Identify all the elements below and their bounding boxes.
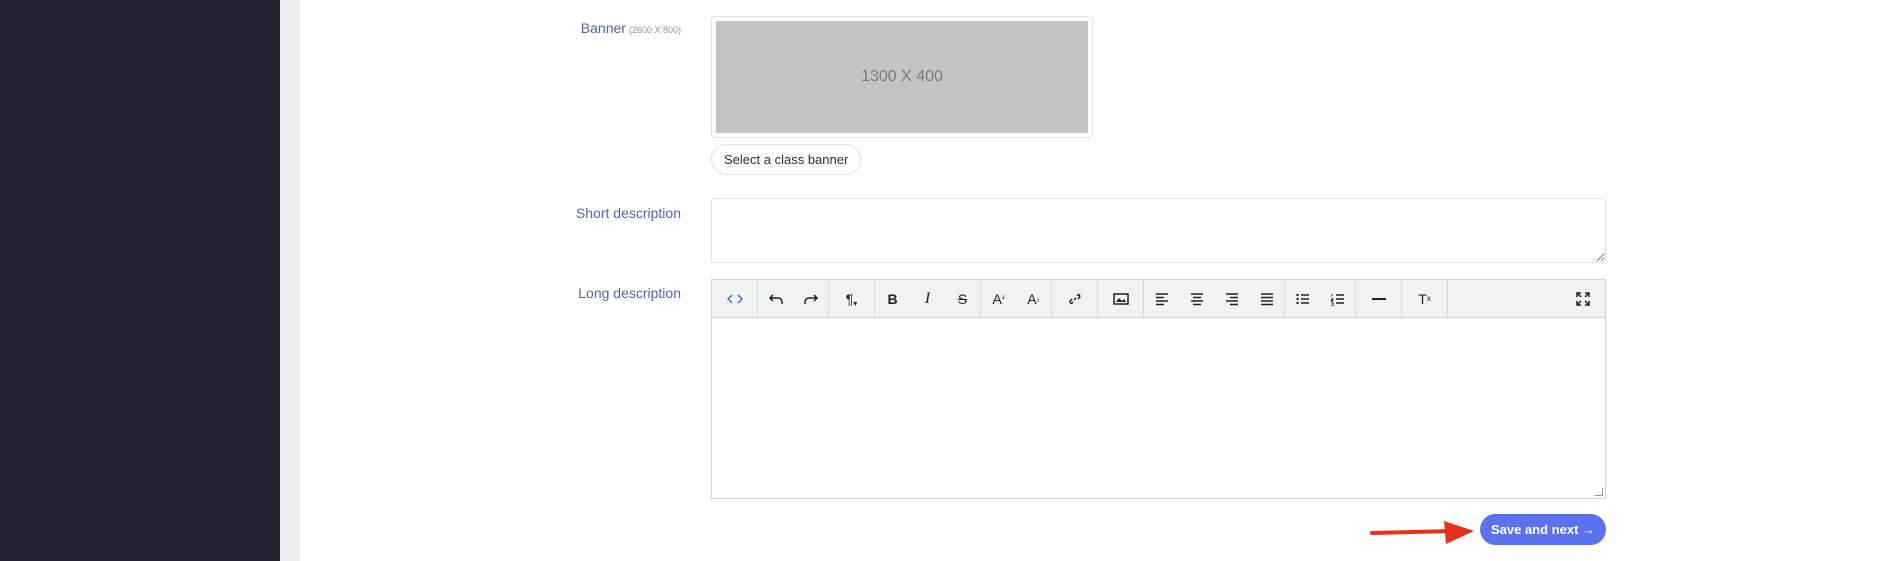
- short-description-input[interactable]: [711, 198, 1606, 263]
- rich-text-editor: ¶ ▾ B I S A² A₂ T x: [711, 279, 1606, 499]
- code-view-icon[interactable]: [712, 280, 757, 317]
- save-and-next-button[interactable]: Save and next →: [1480, 514, 1606, 545]
- paragraph-icon[interactable]: ¶ ▾: [829, 280, 874, 317]
- toolbar-group-code: [712, 280, 758, 317]
- toolbar-group-format: B I S: [875, 280, 981, 317]
- clear-formatting-icon[interactable]: Tx: [1402, 280, 1447, 317]
- toolbar-group-history: [758, 280, 829, 317]
- banner-preview: 1300 X 400: [711, 16, 1093, 138]
- toolbar-group-link: [1052, 280, 1098, 317]
- long-description-input[interactable]: [712, 318, 1605, 498]
- short-description-label: Short description: [575, 205, 681, 221]
- page-gutter: [280, 0, 300, 561]
- unordered-list-icon[interactable]: [1285, 280, 1320, 317]
- editor-toolbar: ¶ ▾ B I S A² A₂ T x: [712, 280, 1605, 318]
- image-icon[interactable]: [1098, 280, 1143, 317]
- redo-icon[interactable]: [793, 280, 828, 317]
- align-center-icon[interactable]: [1179, 280, 1214, 317]
- horizontal-rule-icon[interactable]: [1356, 280, 1401, 317]
- italic-icon[interactable]: I: [910, 280, 945, 317]
- toolbar-group-align: [1144, 280, 1285, 317]
- justify-icon[interactable]: [1249, 280, 1284, 317]
- long-description-label: Long description: [578, 285, 681, 301]
- toolbar-group-script: A² A₂: [981, 280, 1052, 317]
- resize-grip-icon[interactable]: [1595, 488, 1603, 496]
- select-banner-button[interactable]: Select a class banner: [711, 144, 862, 175]
- link-icon[interactable]: [1052, 280, 1097, 317]
- undo-icon[interactable]: [758, 280, 793, 317]
- banner-placeholder-image: 1300 X 400: [716, 21, 1088, 133]
- ordered-list-icon[interactable]: [1320, 280, 1355, 317]
- align-right-icon[interactable]: [1214, 280, 1249, 317]
- toolbar-group-lists: [1285, 280, 1356, 317]
- bold-icon[interactable]: B: [875, 280, 910, 317]
- strikethrough-icon[interactable]: S: [945, 280, 980, 317]
- banner-placeholder-text: 1300 X 400: [861, 68, 943, 85]
- fullscreen-icon[interactable]: [1560, 280, 1605, 317]
- toolbar-group-image: [1098, 280, 1144, 317]
- banner-label: Banner (2600 X 800): [581, 20, 681, 36]
- subscript-icon[interactable]: A₂: [1016, 280, 1051, 317]
- toolbar-group-paragraph: ¶ ▾: [829, 280, 875, 317]
- align-left-icon[interactable]: [1144, 280, 1179, 317]
- banner-size-hint: (2600 X 800): [628, 25, 681, 35]
- annotation-arrow-icon: [1370, 521, 1474, 544]
- toolbar-group-rule: [1356, 280, 1402, 317]
- superscript-icon[interactable]: A²: [981, 280, 1016, 317]
- sidebar: [0, 0, 280, 561]
- toolbar-group-clear: Tx: [1402, 280, 1448, 317]
- banner-label-text: Banner: [580, 20, 626, 36]
